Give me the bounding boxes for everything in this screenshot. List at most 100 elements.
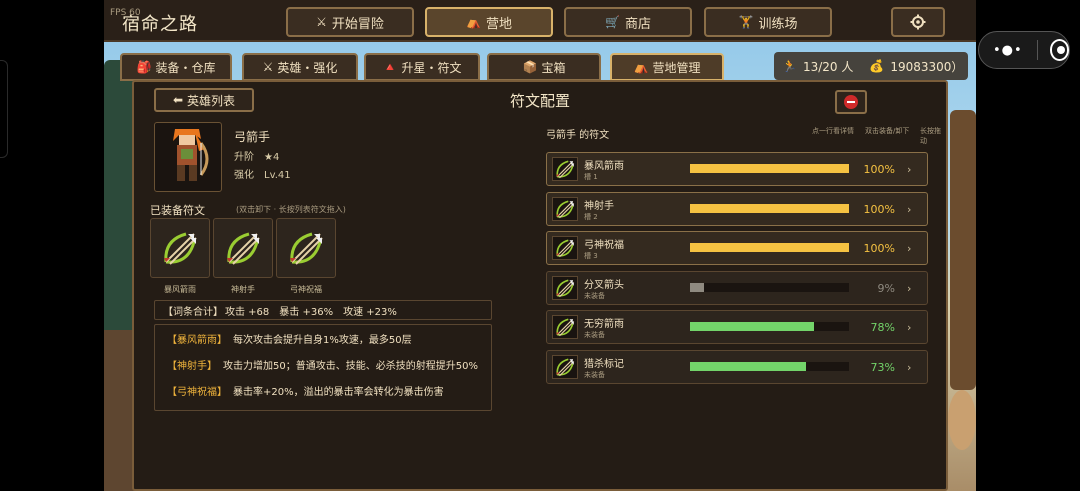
- rune-name: 猎杀标记: [584, 358, 624, 370]
- rune-description: 【弓神祝福】 暴击率+20%，溢出的暴击率会转化为暴击伤害: [167, 383, 444, 398]
- screen-edge-marker: [0, 60, 8, 158]
- bow-arrows-icon: [227, 232, 260, 265]
- rune-progress-percent: 78%: [870, 321, 895, 334]
- rank-label: 升阶: [234, 152, 254, 163]
- rune-progress-fill: [690, 322, 815, 331]
- rune-progress-percent: 9%: [877, 281, 895, 295]
- rune-icon-frame: [552, 157, 578, 181]
- rune-slot-status: 未装备: [584, 331, 605, 339]
- rune-progress-track: [690, 361, 849, 371]
- background-house: [950, 110, 976, 390]
- arrow-left-icon: ⬅: [172, 93, 184, 107]
- chevron-right-icon: ›: [907, 242, 912, 255]
- chevron-right-icon: ›: [907, 202, 912, 216]
- slot-label: 神射手: [231, 285, 255, 294]
- back-label: 英雄列表: [187, 93, 236, 108]
- backpack-icon: 🎒: [136, 60, 152, 74]
- rune-icon-frame: [552, 315, 578, 339]
- rune-progress-track: [690, 203, 849, 213]
- enhance-label: 强化: [234, 170, 254, 181]
- rune-slot-status: 槽 1: [584, 173, 598, 181]
- bow-arrows-icon: [290, 232, 323, 265]
- equipped-rune-slot-3[interactable]: [276, 218, 336, 278]
- rune-description: 【暴风箭雨】 每次攻击会提升自身1%攻速，最多50层: [167, 331, 412, 346]
- hero-list-back-button[interactable]: ⬅ 英雄列表: [154, 88, 254, 112]
- tab-camp-management[interactable]: ⛺ 营地管理: [610, 53, 724, 81]
- tab-hero-enhance[interactable]: ⚔ 英雄・强化: [242, 53, 358, 81]
- top-bar: FPS 60 宿命之路 ⚔ 开始冒险 ⛺ 营地 🛒 商店 🏋 训练场: [104, 0, 976, 42]
- capsule-divider: [1036, 40, 1038, 60]
- tab-chest[interactable]: 📦 宝箱: [487, 53, 601, 81]
- rune-list-row[interactable]: 分叉箭头 未装备 9% ›: [546, 270, 928, 305]
- stat-summary: 【词条合计】 攻击 +68 暴击 +36% 攻速 +23%: [154, 300, 492, 320]
- background-target: [948, 390, 976, 450]
- rune-description-name: 【神射手】: [167, 361, 217, 372]
- nav-camp-button[interactable]: ⛺ 营地: [425, 7, 553, 37]
- hero-name: 弓箭手: [234, 130, 271, 144]
- tab-equipment-storage[interactable]: 🎒 装备・仓库: [120, 53, 232, 81]
- tab-label: 宝箱: [541, 60, 566, 75]
- rune-list-row[interactable]: 神射手槽 2 100% ›: [546, 191, 928, 226]
- camp-icon: ⛺: [633, 60, 649, 74]
- rune-list-row[interactable]: 暴风箭雨槽 1 100% ›: [546, 152, 928, 186]
- rune-progress-percent: 100%: [863, 202, 895, 216]
- stat-crit: 暴击 +36%: [279, 306, 334, 318]
- enhance-value: Lv.41: [264, 170, 291, 181]
- tab-star-rune[interactable]: 🔺 升星・符文: [364, 53, 480, 81]
- nav-start-adventure-button[interactable]: ⚔ 开始冒险: [286, 7, 414, 37]
- equipped-runes-hint: (双击卸下 · 长按列表符文拖入): [236, 205, 346, 214]
- rune-description-name: 【弓神祝福】: [167, 387, 227, 398]
- crossed-swords-icon: ⚔: [262, 60, 274, 74]
- close-button[interactable]: [835, 90, 867, 114]
- nav-label: 营地: [485, 16, 512, 32]
- gear-icon: [910, 14, 926, 30]
- bow-arrows-icon: [556, 318, 575, 337]
- rune-icon-frame: [552, 236, 578, 260]
- rune-list-hint: 长按拖动: [920, 127, 941, 145]
- bow-arrows-icon: [164, 232, 197, 265]
- rune-list-row[interactable]: 弓神祝福槽 3 100% ›: [546, 231, 928, 265]
- hero-portrait: [154, 122, 222, 192]
- gold-count: 19083300）: [890, 59, 964, 74]
- resource-counter: 🏃 13/20 人 💰 19083300）: [774, 52, 968, 80]
- rune-slot-status: 槽 2: [584, 212, 598, 221]
- tab-label: 英雄・强化: [277, 60, 338, 75]
- rune-name: 神射手: [584, 200, 614, 212]
- rune-list-heading: 弓箭手 的符文: [546, 130, 610, 141]
- target-close-icon[interactable]: [1049, 39, 1069, 61]
- rune-list-row[interactable]: 猎杀标记 未装备 73% ›: [546, 349, 928, 384]
- rune-description-text: 每次攻击会提升自身1%攻速，最多50层: [233, 335, 412, 346]
- rune-progress-percent: 73%: [870, 360, 895, 374]
- chest-icon: 📦: [522, 60, 538, 74]
- cart-icon: 🛒: [605, 15, 620, 29]
- gold-bag-icon: 💰: [869, 59, 885, 73]
- rune-list-hint: 双击装备/卸下: [865, 127, 910, 135]
- nav-training-button[interactable]: 🏋 训练场: [704, 7, 832, 37]
- equipped-rune-slot-2[interactable]: [213, 218, 273, 278]
- rank-value: ★4: [264, 152, 280, 163]
- game-title: 宿命之路: [122, 14, 198, 35]
- settings-button[interactable]: [891, 7, 945, 37]
- nav-label: 商店: [624, 16, 651, 32]
- more-dots-icon[interactable]: •●•: [993, 43, 1023, 58]
- slot-label: 弓神祝福: [290, 285, 322, 294]
- hero-rank-row: 升阶 ★4: [234, 148, 279, 163]
- rune-icon-frame: [552, 354, 578, 379]
- rune-icon-frame: [552, 275, 578, 300]
- nav-label: 开始冒险: [331, 16, 384, 32]
- equipped-rune-slot-1[interactable]: [150, 218, 210, 278]
- rune-name: 暴风箭雨: [584, 161, 624, 172]
- mini-program-capsule: •●•: [978, 31, 1070, 69]
- rune-name: 分叉箭头: [584, 279, 624, 291]
- archer-sprite-icon: [173, 129, 209, 181]
- rune-progress-fill: [690, 361, 807, 371]
- nav-shop-button[interactable]: 🛒 商店: [564, 7, 692, 37]
- rune-progress-track: [690, 322, 849, 331]
- rune-slot-status: 槽 3: [584, 252, 598, 260]
- rune-list-row[interactable]: 无穷箭雨 未装备 78% ›: [546, 310, 928, 344]
- rune-progress-fill: [690, 243, 849, 252]
- chevron-right-icon: ›: [907, 281, 912, 295]
- bow-arrows-icon: [556, 358, 575, 376]
- crossed-swords-icon: ⚔: [316, 15, 327, 29]
- chevron-right-icon: ›: [907, 163, 912, 176]
